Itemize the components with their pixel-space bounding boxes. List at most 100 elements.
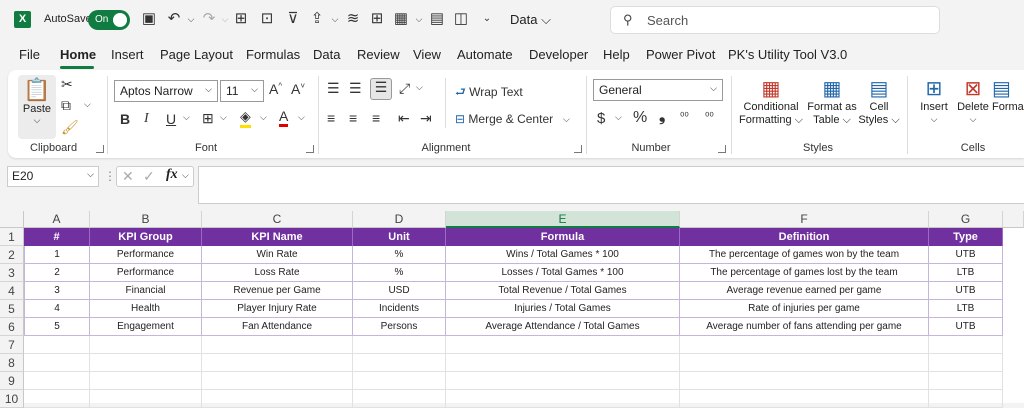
font-launcher-icon[interactable] (306, 145, 314, 153)
tab-home[interactable]: Home (60, 47, 96, 62)
empty-cell[interactable] (680, 354, 929, 372)
empty-cell[interactable] (202, 336, 353, 354)
save-icon[interactable]: ▣ (140, 10, 158, 28)
cell-styles-button[interactable]: ▤ Cell Styles ⌵ (858, 76, 900, 138)
empty-cell[interactable] (929, 372, 1003, 390)
calculator-icon[interactable]: ▦ (392, 10, 410, 28)
table-cell[interactable]: Fan Attendance (202, 318, 353, 336)
table-cell[interactable]: % (353, 246, 446, 264)
undo-icon[interactable]: ↶ (165, 10, 183, 28)
tab-formulas[interactable]: Formulas (246, 47, 300, 62)
merge-dropdown-icon[interactable]: ⌵ (563, 114, 570, 125)
table-cell[interactable]: Player Injury Rate (202, 300, 353, 318)
currency-button[interactable]: $ (597, 110, 605, 127)
copy-icon[interactable]: ⧉ (61, 97, 71, 114)
column-header-b[interactable]: B (90, 211, 202, 228)
empty-cell[interactable] (202, 354, 353, 372)
share-icon[interactable]: ⇪ (308, 10, 326, 28)
table-cell[interactable]: Wins / Total Games * 100 (446, 246, 680, 264)
table-cell[interactable]: Financial (90, 282, 202, 300)
table-cell[interactable]: Engagement (90, 318, 202, 336)
align-center-icon[interactable]: ≡ (349, 110, 357, 126)
align-right-icon[interactable]: ≡ (372, 110, 380, 126)
empty-cell[interactable] (202, 372, 353, 390)
empty-cell[interactable] (353, 372, 446, 390)
table-cell[interactable]: % (353, 264, 446, 282)
table-cell[interactable]: Average Attendance / Total Games (446, 318, 680, 336)
table-cell[interactable]: Rate of injuries per game (680, 300, 929, 318)
form-icon[interactable]: ▤ (428, 10, 446, 28)
name-box[interactable]: E20 ⌵ (7, 166, 99, 187)
empty-cell[interactable] (680, 390, 929, 408)
table-cell[interactable]: 5 (24, 318, 90, 336)
empty-cell[interactable] (90, 372, 202, 390)
function-dropdown-icon[interactable]: ⌵ (182, 170, 189, 181)
insert-cells-button[interactable]: ⊞ Insert ⌵ (914, 76, 954, 138)
table-cell[interactable]: Average revenue earned per game (680, 282, 929, 300)
table-cell[interactable]: Persons (353, 318, 446, 336)
font-color-icon[interactable]: A (279, 108, 289, 127)
borders-dropdown-icon[interactable]: ⌵ (220, 112, 227, 123)
comma-button[interactable]: ❟ (659, 108, 665, 126)
undo-dropdown-icon[interactable]: ⌵ (182, 10, 200, 28)
bottom-align-icon[interactable]: ☰ (370, 78, 392, 100)
table-cell[interactable]: Losses / Total Games * 100 (446, 264, 680, 282)
tab-power-pivot[interactable]: Power Pivot (646, 47, 715, 62)
empty-cell[interactable] (680, 372, 929, 390)
table-cell[interactable]: LTB (929, 264, 1003, 282)
tab-utility-tool[interactable]: PK's Utility Tool V3.0 (728, 47, 847, 62)
underline-dropdown-icon[interactable]: ⌵ (183, 112, 190, 123)
table-cell[interactable]: Health (90, 300, 202, 318)
empty-cell[interactable] (353, 354, 446, 372)
calc-dropdown-icon[interactable]: ⌵ (410, 10, 428, 28)
borders-icon[interactable]: ⊞ (232, 10, 250, 28)
row-header-3[interactable]: 3 (0, 264, 24, 282)
percent-button[interactable]: % (633, 109, 647, 127)
grid-icon[interactable]: ⊞ (368, 10, 386, 28)
table-cell[interactable]: Total Revenue / Total Games (446, 282, 680, 300)
filter-icon[interactable]: ⊽ (284, 10, 302, 28)
row-header-7[interactable]: 7 (0, 336, 24, 354)
fill-dropdown-icon[interactable]: ⌵ (260, 112, 267, 123)
column-header-f[interactable]: F (680, 211, 929, 228)
column-header-e[interactable]: E (446, 211, 680, 228)
copy-dropdown-icon[interactable]: ⌵ (84, 99, 91, 110)
tab-review[interactable]: Review (357, 47, 400, 62)
table-cell[interactable]: UTB (929, 318, 1003, 336)
table-cell[interactable]: 4 (24, 300, 90, 318)
column-header-c[interactable]: C (202, 211, 353, 228)
bold-button[interactable]: B (120, 111, 130, 127)
table-cell[interactable]: The percentage of games lost by the team (680, 264, 929, 282)
formula-input[interactable] (198, 166, 1024, 204)
table-header-cell[interactable]: Type (929, 228, 1003, 246)
cancel-icon[interactable]: ✕ (122, 168, 134, 185)
tab-automate[interactable]: Automate (457, 47, 513, 62)
document-name[interactable]: Data ⌵ (510, 12, 551, 28)
delete-cells-button[interactable]: ⊠ Delete ⌵ (954, 76, 992, 138)
format-as-table-button[interactable]: ▦ Format as Table ⌵ (806, 76, 858, 138)
table-cell[interactable]: Revenue per Game (202, 282, 353, 300)
select-all-corner[interactable] (0, 211, 24, 228)
increase-indent-icon[interactable]: ⇥ (420, 110, 432, 127)
empty-cell[interactable] (24, 390, 90, 408)
customize-qat-icon[interactable]: ⌄ (478, 10, 496, 28)
empty-cell[interactable] (24, 354, 90, 372)
empty-cell[interactable] (446, 354, 680, 372)
empty-cell[interactable] (353, 390, 446, 408)
table-cell[interactable]: LTB (929, 300, 1003, 318)
table-header-cell[interactable]: # (24, 228, 90, 246)
empty-cell[interactable] (202, 390, 353, 408)
preview-icon[interactable]: ◫ (452, 10, 470, 28)
format-painter-icon[interactable]: 🖌 (61, 119, 79, 136)
table-header-cell[interactable]: Definition (680, 228, 929, 246)
format-cells-button[interactable]: ▤ Forma (992, 76, 1024, 138)
tab-insert[interactable]: Insert (111, 47, 144, 62)
orientation-icon[interactable]: ⤢ (399, 80, 410, 97)
tab-help[interactable]: Help (603, 47, 630, 62)
table-cell[interactable]: 1 (24, 246, 90, 264)
alignment-launcher-icon[interactable] (574, 145, 582, 153)
decrease-font-icon[interactable]: A˅ (291, 81, 305, 97)
tab-view[interactable]: View (413, 47, 441, 62)
currency-dropdown-icon[interactable]: ⌵ (615, 112, 622, 123)
decrease-indent-icon[interactable]: ⇤ (398, 110, 410, 127)
